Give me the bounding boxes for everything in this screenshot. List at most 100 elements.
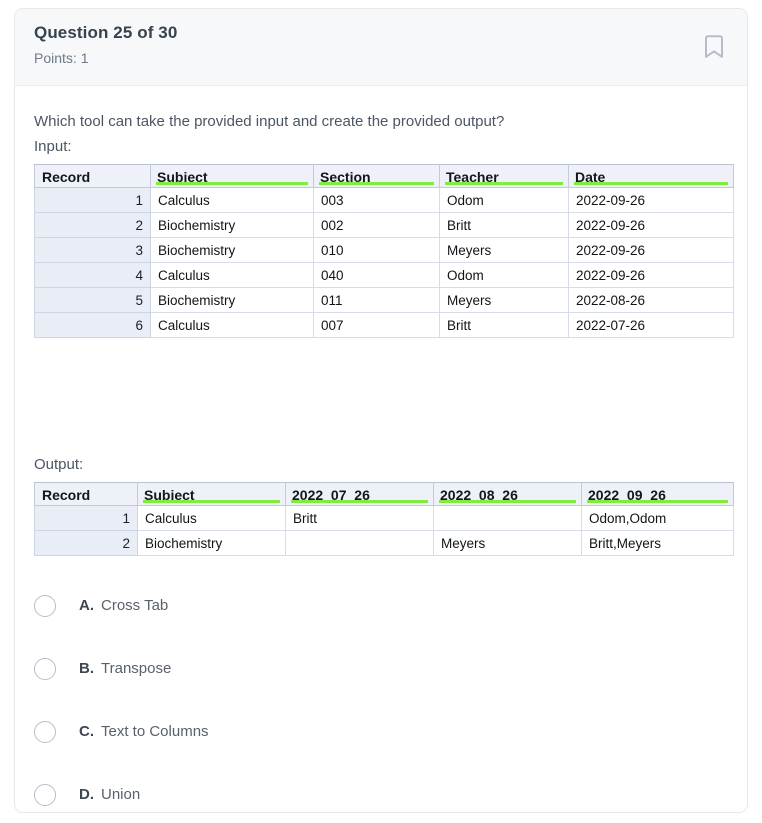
output-col-2022-09-26: 2022_09_26 xyxy=(581,482,734,506)
option-c-letter: C. xyxy=(79,723,94,740)
input-col-record: Record xyxy=(34,164,151,188)
table-header-row: Record Subject 2022_07_26 2022_08_26 202… xyxy=(34,482,734,506)
header-accent-bar xyxy=(439,500,576,503)
radio-button-a[interactable] xyxy=(34,594,56,617)
option-d-label: Union xyxy=(101,786,141,803)
header-accent-bar xyxy=(445,182,563,185)
option-d-letter: D. xyxy=(79,786,94,803)
table-header-row: Record Subject Section Teacher Date xyxy=(34,164,734,188)
bookmark-icon[interactable] xyxy=(701,33,727,61)
cell-section: 002 xyxy=(313,212,440,238)
table-row: 3 Biochemistry 010 Meyers 2022-09-26 xyxy=(34,237,734,263)
answer-options: A. Cross Tab B. Transpose C. Text to Col… xyxy=(34,574,694,812)
output-table-body: 1 Calculus Britt Odom,Odom 2 Biochemistr… xyxy=(34,505,734,556)
cell-date: 2022-09-26 xyxy=(568,237,734,263)
cell-record: 4 xyxy=(34,262,151,288)
cell-teacher: Meyers xyxy=(439,287,569,313)
option-c[interactable]: C. Text to Columns xyxy=(34,700,694,763)
cell-subject: Calculus xyxy=(137,505,286,531)
header-accent-bar xyxy=(156,182,308,185)
cell-subject: Biochemistry xyxy=(137,530,286,556)
output-col-2022-07-26: 2022_07_26 xyxy=(285,482,434,506)
cell-date: 2022-09-26 xyxy=(568,187,734,213)
cell-2022-08-26: Meyers xyxy=(433,530,582,556)
table-row: 1 Calculus 003 Odom 2022-09-26 xyxy=(34,187,734,213)
question-prompt: Which tool can take the provided input a… xyxy=(34,113,505,130)
cell-2022-07-26: Britt xyxy=(285,505,434,531)
option-d-text: D. Union xyxy=(79,786,140,803)
input-col-subject: Subject xyxy=(150,164,314,188)
cell-teacher: Odom xyxy=(439,187,569,213)
option-d[interactable]: D. Union xyxy=(34,763,694,812)
cell-subject: Biochemistry xyxy=(150,212,314,238)
output-col-2022-08-26: 2022_08_26 xyxy=(433,482,582,506)
input-col-teacher: Teacher xyxy=(439,164,569,188)
option-b-text: B. Transpose xyxy=(79,660,171,677)
table-row: 4 Calculus 040 Odom 2022-09-26 xyxy=(34,262,734,288)
input-table-body: 1 Calculus 003 Odom 2022-09-26 2 Biochem… xyxy=(34,187,734,338)
table-row: 5 Biochemistry 011 Meyers 2022-08-26 xyxy=(34,287,734,313)
points-label: Points: 1 xyxy=(34,50,89,66)
option-b-label: Transpose xyxy=(101,660,172,677)
cell-date: 2022-08-26 xyxy=(568,287,734,313)
table-row: 1 Calculus Britt Odom,Odom xyxy=(34,505,734,531)
option-b-letter: B. xyxy=(79,660,94,677)
cell-teacher: Britt xyxy=(439,212,569,238)
cell-record: 5 xyxy=(34,287,151,313)
cell-date: 2022-07-26 xyxy=(568,312,734,338)
output-label: Output: xyxy=(34,456,84,473)
cell-section: 040 xyxy=(313,262,440,288)
cell-record: 1 xyxy=(34,187,151,213)
cell-2022-09-26: Britt,Meyers xyxy=(581,530,734,556)
page-title: Question 25 of 30 xyxy=(34,23,178,42)
header-accent-bar xyxy=(574,182,728,185)
cell-date: 2022-09-26 xyxy=(568,262,734,288)
cell-subject: Calculus xyxy=(150,312,314,338)
cell-subject: Biochemistry xyxy=(150,287,314,313)
cell-record: 6 xyxy=(34,312,151,338)
option-c-label: Text to Columns xyxy=(101,723,209,740)
cell-subject: Calculus xyxy=(150,262,314,288)
input-data-table: Record Subject Section Teacher Date 1 Ca… xyxy=(34,164,734,338)
question-card: Question 25 of 30 Points: 1 Which tool c… xyxy=(14,8,748,813)
option-a-text: A. Cross Tab xyxy=(79,597,168,614)
table-row: 2 Biochemistry Meyers Britt,Meyers xyxy=(34,530,734,556)
cell-teacher: Odom xyxy=(439,262,569,288)
output-data-table: Record Subject 2022_07_26 2022_08_26 202… xyxy=(34,482,734,556)
input-label: Input: xyxy=(34,138,72,155)
header-accent-bar xyxy=(291,500,428,503)
cell-record: 3 xyxy=(34,237,151,263)
header-accent-bar xyxy=(319,182,434,185)
header-accent-bar xyxy=(143,500,280,503)
option-b[interactable]: B. Transpose xyxy=(34,637,694,700)
cell-section: 010 xyxy=(313,237,440,263)
output-table-header: Record Subject 2022_07_26 2022_08_26 202… xyxy=(34,482,734,506)
option-a-label: Cross Tab xyxy=(101,597,169,614)
table-row: 2 Biochemistry 002 Britt 2022-09-26 xyxy=(34,212,734,238)
cell-record: 1 xyxy=(34,505,138,531)
cell-teacher: Britt xyxy=(439,312,569,338)
cell-2022-07-26 xyxy=(285,530,434,556)
table-row: 6 Calculus 007 Britt 2022-07-26 xyxy=(34,312,734,338)
input-col-date: Date xyxy=(568,164,734,188)
cell-record: 2 xyxy=(34,212,151,238)
radio-button-c[interactable] xyxy=(34,720,56,743)
header-accent-bar xyxy=(587,500,728,503)
question-header: Question 25 of 30 Points: 1 xyxy=(15,9,747,86)
output-col-subject: Subject xyxy=(137,482,286,506)
option-a[interactable]: A. Cross Tab xyxy=(34,574,694,637)
cell-2022-09-26: Odom,Odom xyxy=(581,505,734,531)
radio-button-d[interactable] xyxy=(34,783,56,806)
cell-subject: Calculus xyxy=(150,187,314,213)
cell-date: 2022-09-26 xyxy=(568,212,734,238)
option-c-text: C. Text to Columns xyxy=(79,723,209,740)
cell-section: 007 xyxy=(313,312,440,338)
output-col-record: Record xyxy=(34,482,138,506)
input-col-section: Section xyxy=(313,164,440,188)
cell-teacher: Meyers xyxy=(439,237,569,263)
cell-subject: Biochemistry xyxy=(150,237,314,263)
cell-2022-08-26 xyxy=(433,505,582,531)
input-table-header: Record Subject Section Teacher Date xyxy=(34,164,734,188)
radio-button-b[interactable] xyxy=(34,657,56,680)
option-a-letter: A. xyxy=(79,597,94,614)
